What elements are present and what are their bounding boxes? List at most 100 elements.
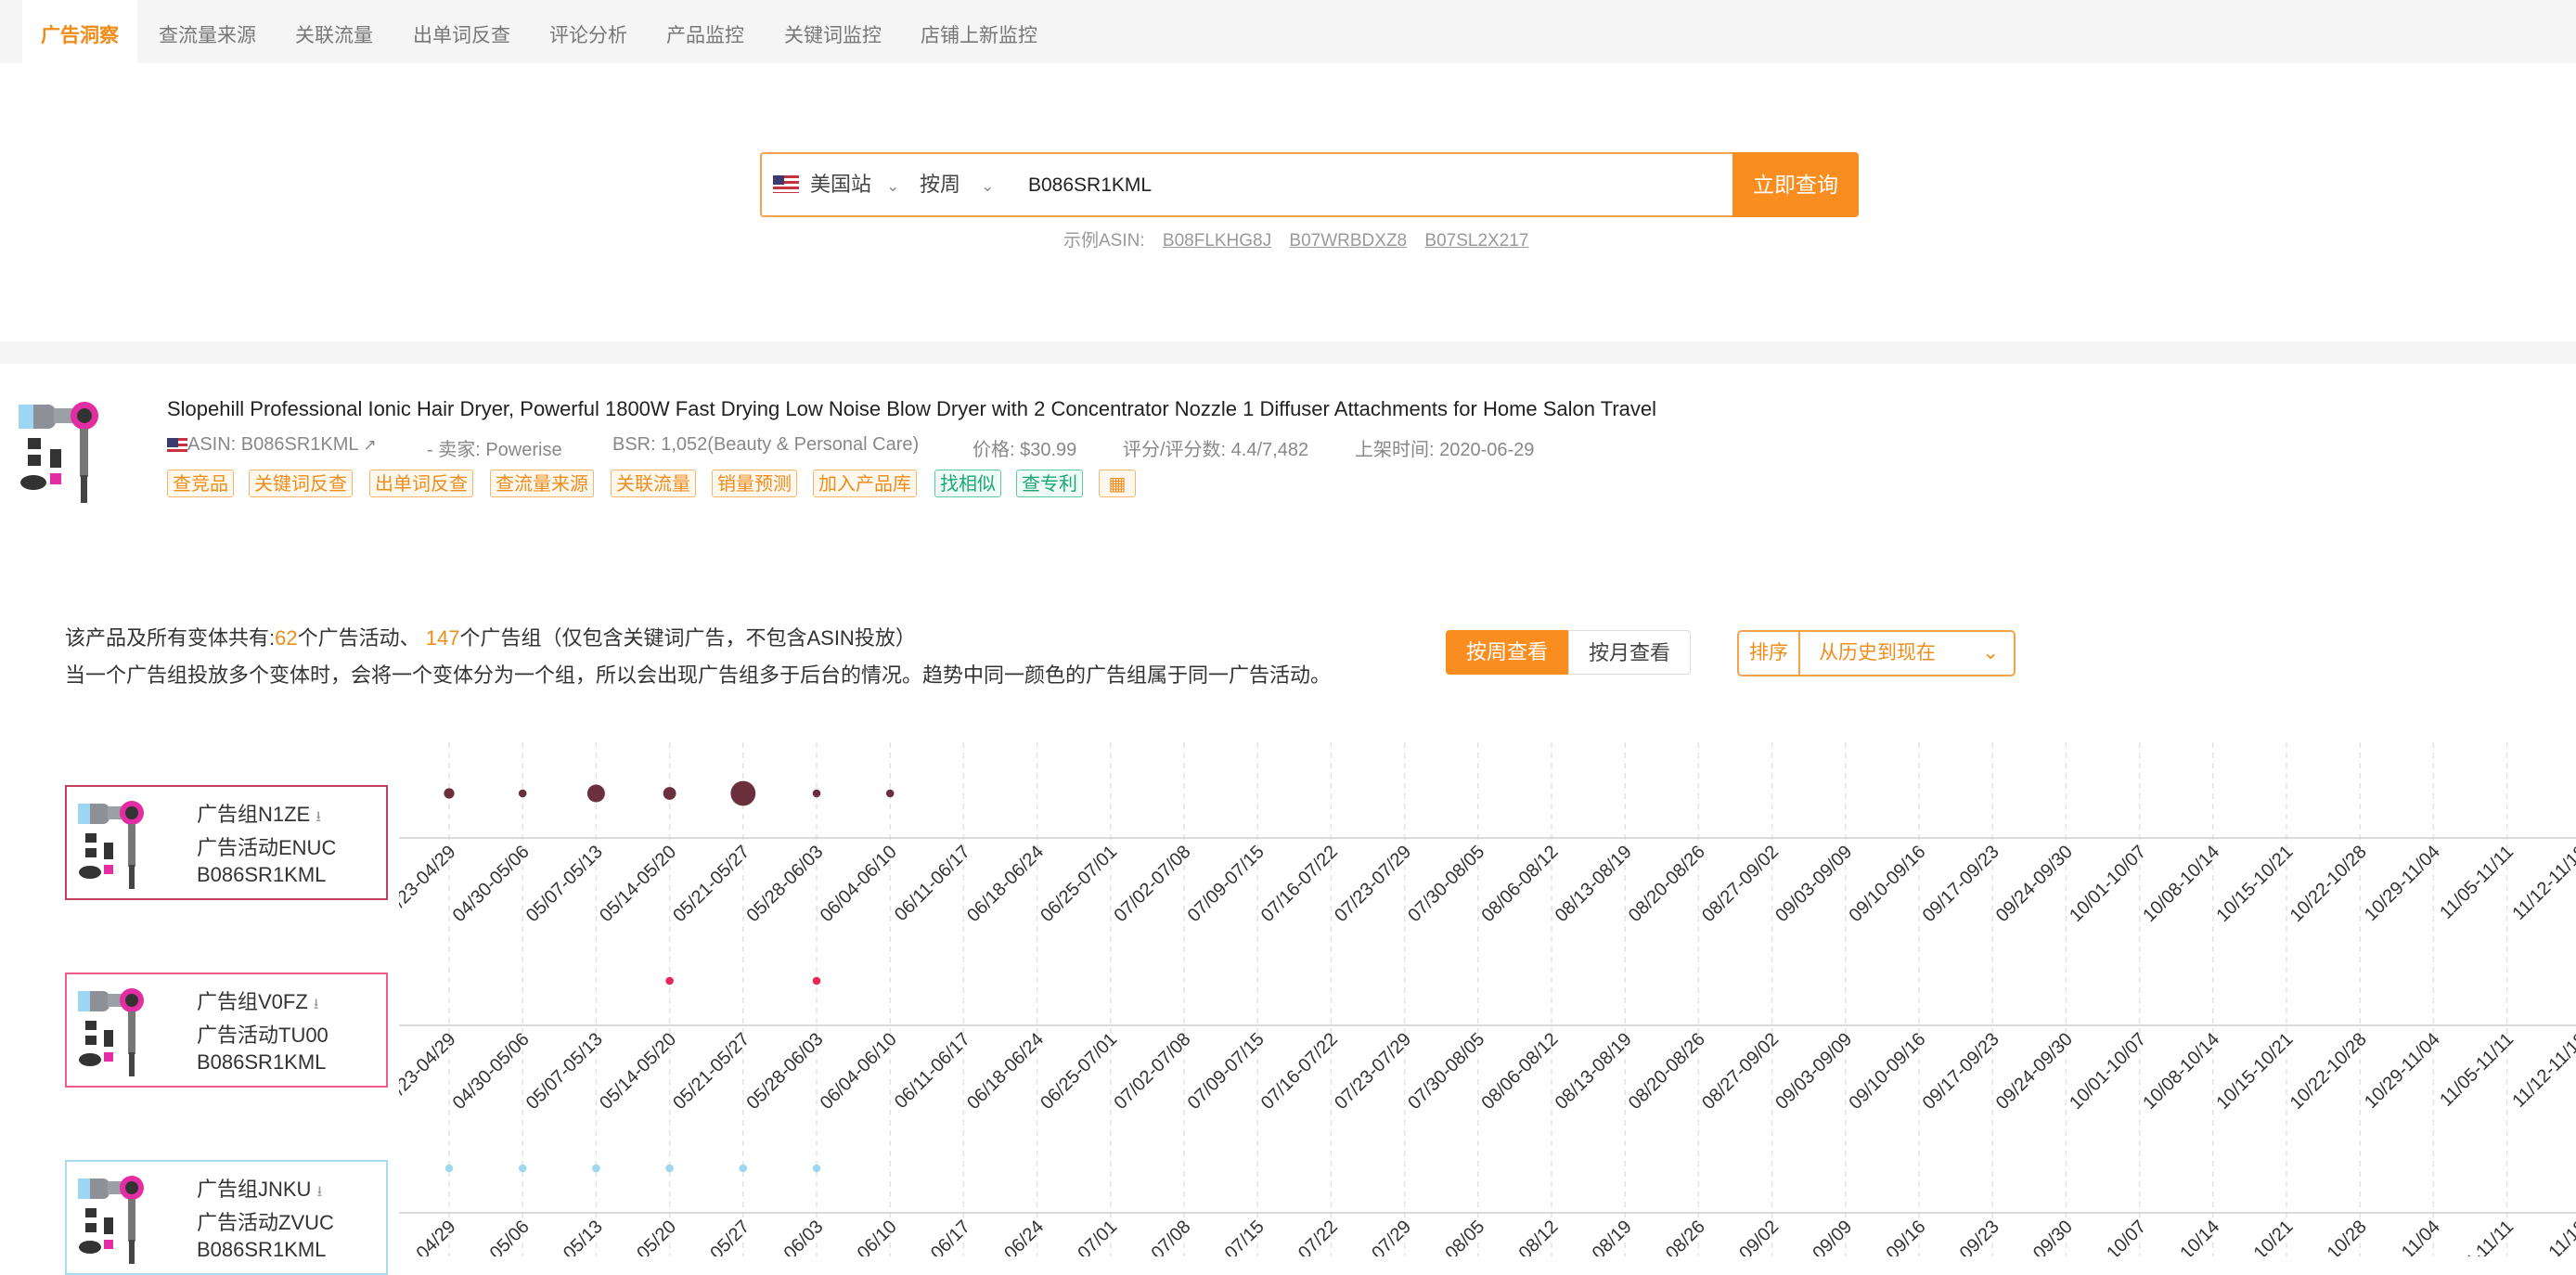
week-tick-label: 06/11-06/17	[891, 1029, 974, 1113]
tab-traffic-source[interactable]: 查流量来源	[159, 0, 256, 63]
action-keyword-reverse[interactable]: 关键词反查	[249, 470, 353, 497]
download-icon[interactable]: ⭳	[314, 997, 319, 1012]
ad-activity-dot[interactable]	[730, 780, 756, 806]
week-tick-label: 10/01-10/07	[2066, 842, 2150, 926]
sort-select[interactable]: 排序 从历史到现在 ⌄	[1737, 630, 2016, 676]
week-tick-label: 10/15-10/21	[2212, 1029, 2297, 1114]
site-select[interactable]: 美国站 ⌄	[773, 169, 899, 200]
ad-group-card[interactable]: 广告组V0FZ ⭳ 广告活动TU00 B086SR1KML	[65, 972, 388, 1088]
product-image	[19, 402, 98, 503]
week-tick-label: 08/20-08/26	[1625, 842, 1709, 926]
ad-activity-dot[interactable]	[885, 789, 895, 798]
week-tick-label: 07/16-07/22	[1257, 1217, 1342, 1256]
ad-summary: 该产品及所有变体共有:62个广告活动、 147个广告组（仅包含关键词广告，不包含…	[65, 622, 916, 651]
week-tick-label: 05/21-05/27	[669, 1217, 753, 1256]
tab-product-monitor[interactable]: 产品监控	[666, 0, 744, 63]
calculator-icon[interactable]: ▦	[1099, 470, 1136, 497]
week-tick-label: 09/03-09/09	[1771, 842, 1856, 926]
ad-campaign-name: 广告活动ZVUC	[197, 1211, 334, 1234]
ad-group-name: 广告组V0FZ ⭳	[197, 990, 319, 1013]
search-button[interactable]: 立即查询	[1732, 152, 1859, 217]
ad-campaign-name: 广告活动ENUC	[197, 836, 337, 859]
download-icon[interactable]: ⭳	[316, 809, 321, 825]
ad-activity-dot[interactable]	[518, 1164, 527, 1173]
ad-activity-dot[interactable]	[665, 1164, 674, 1173]
tab-related-traffic[interactable]: 关联流量	[295, 0, 373, 63]
ad-activity-dot[interactable]	[592, 1164, 600, 1173]
action-patent[interactable]: 查专利	[1016, 470, 1083, 497]
week-tick-label: 05/07-05/13	[522, 1029, 607, 1114]
ad-activity-dot[interactable]	[812, 789, 821, 798]
week-tick-label: 09/24-09/30	[1992, 1217, 2077, 1256]
ad-summary-note: 当一个广告组投放多个变体时，会将一个变体分为一个组，所以会出现广告组多于后台的情…	[65, 663, 1332, 687]
week-tick-label: 07/09-07/15	[1184, 842, 1269, 926]
week-tick-label: 04/30-05/06	[449, 842, 534, 926]
week-tick-label: 07/09-07/15	[1184, 1029, 1269, 1114]
product-asin[interactable]: ASIN: B086SR1KML ↗	[167, 434, 377, 456]
action-add-to-library[interactable]: 加入产品库	[813, 470, 917, 497]
summary-prefix: 该产品及所有变体共有:	[65, 626, 276, 650]
week-tick-label: 11/12-11/18	[2508, 1217, 2576, 1256]
week-tick-label: 10/22-10/28	[2286, 842, 2371, 926]
week-tick-label: 09/03-09/09	[1771, 1029, 1856, 1114]
week-tick-label: 11/12-11/18	[2508, 1029, 2576, 1112]
ad-activity-dot[interactable]	[665, 976, 674, 985]
ad-activity-dot[interactable]	[444, 788, 455, 799]
tab-store-monitor[interactable]: 店铺上新监控	[921, 0, 1037, 63]
summary-suffix: 个广告组（仅包含关键词广告，不包含ASIN投放）	[459, 626, 916, 650]
view-weekly-button[interactable]: 按周查看	[1446, 630, 1568, 675]
week-tick-label: 08/13-08/19	[1552, 1217, 1636, 1256]
week-tick-label: 08/27-09/02	[1698, 842, 1783, 926]
week-tick-label: 09/10-09/16	[1845, 1029, 1929, 1114]
week-tick-label: 07/16-07/22	[1257, 842, 1342, 926]
tab-order-keywords[interactable]: 出单词反查	[413, 0, 510, 63]
week-tick-label: 11/12-11/18	[2508, 842, 2576, 924]
tab-ad-insight[interactable]: 广告洞察	[22, 0, 137, 63]
tab-review-analysis[interactable]: 评论分析	[549, 0, 627, 63]
period-select[interactable]: 按周 ⌄	[920, 169, 994, 202]
download-icon[interactable]: ⭳	[317, 1184, 323, 1200]
week-tick-label: 09/10-09/16	[1845, 1217, 1929, 1256]
ad-group-card[interactable]: 广告组N1ZE ⭳ 广告活动ENUC B086SR1KML	[65, 785, 388, 900]
week-tick-label: 04/30-05/06	[449, 1217, 534, 1256]
example-asin-link[interactable]: B07SL2X217	[1424, 231, 1528, 251]
week-tick-label: 10/01-10/07	[2066, 1029, 2150, 1114]
week-tick-label: 06/25-07/01	[1037, 1029, 1121, 1114]
ad-activity-dot[interactable]	[444, 1164, 454, 1173]
week-tick-label: 08/06-08/12	[1477, 1217, 1562, 1256]
asin-search-input[interactable]	[1026, 167, 1717, 204]
week-tick-label: 06/04-06/10	[817, 1029, 901, 1114]
week-tick-label: 07/30-08/05	[1404, 1217, 1488, 1256]
action-competitor[interactable]: 查竞品	[167, 470, 234, 497]
action-sales-forecast[interactable]: 销量预测	[712, 470, 797, 497]
action-related-traffic[interactable]: 关联流量	[611, 470, 696, 497]
week-tick-label: 11/05-11/11	[2436, 842, 2518, 923]
week-tick-label: 10/22-10/28	[2286, 1029, 2371, 1114]
week-tick-label: 07/23-07/29	[1331, 842, 1415, 926]
ad-activity-dot[interactable]	[586, 784, 605, 803]
ad-activity-dot[interactable]	[663, 787, 676, 800]
ad-activity-dot[interactable]	[812, 976, 821, 985]
example-asin-link[interactable]: B08FLKHG8J	[1163, 231, 1271, 251]
week-tick-label: 10/01-10/07	[2066, 1217, 2150, 1256]
ad-activity-dot[interactable]	[739, 1164, 748, 1173]
tab-keyword-monitor[interactable]: 关键词监控	[784, 0, 882, 63]
ad-group-card[interactable]: 广告组JNKU ⭳ 广告活动ZVUC B086SR1KML	[65, 1160, 388, 1275]
example-asin-link[interactable]: B07WRBDXZ8	[1289, 231, 1407, 251]
ad-activity-dot[interactable]	[518, 789, 527, 798]
week-tick-label: 08/06-08/12	[1477, 842, 1562, 926]
product-title[interactable]: Slopehill Professional Ionic Hair Dryer,…	[167, 397, 1656, 421]
week-tick-label: 05/14-05/20	[596, 1029, 680, 1114]
action-find-similar[interactable]: 找相似	[934, 470, 1001, 497]
view-monthly-button[interactable]: 按月查看	[1568, 630, 1691, 675]
week-tick-label: 08/27-09/02	[1698, 1029, 1783, 1114]
week-tick-label: 09/24-09/30	[1992, 842, 2077, 926]
ad-activity-dot[interactable]	[812, 1164, 821, 1173]
action-traffic-source[interactable]: 查流量来源	[490, 470, 594, 497]
week-tick-label: 06/18-06/24	[963, 842, 1048, 926]
us-flag-icon	[773, 175, 799, 193]
external-link-icon[interactable]: ↗	[363, 436, 376, 454]
week-tick-label: 07/02-07/08	[1110, 1029, 1194, 1114]
action-order-keywords[interactable]: 出单词反查	[369, 470, 473, 497]
ad-group-asin: B086SR1KML	[197, 1238, 327, 1261]
